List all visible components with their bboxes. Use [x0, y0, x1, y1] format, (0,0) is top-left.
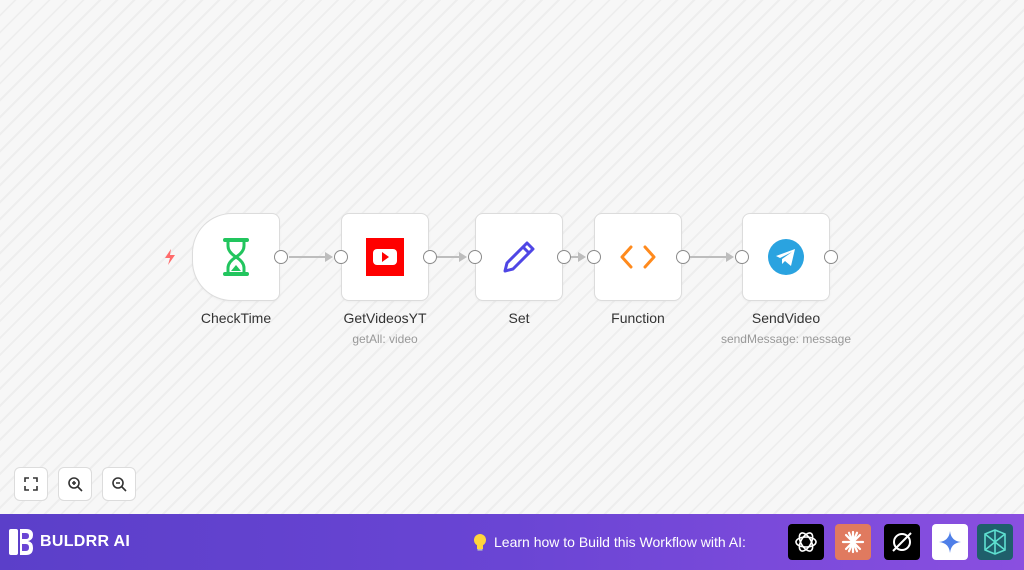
youtube-icon: [366, 238, 404, 276]
claude-icon: [841, 530, 865, 554]
connector-arrow: [459, 252, 467, 262]
output-handle-getvideosyt[interactable]: [423, 250, 437, 264]
fit-view-icon: [24, 477, 38, 491]
input-handle-sendvideo[interactable]: [735, 250, 749, 264]
node-label-function: Function: [611, 310, 665, 326]
node-sub-sendvideo: sendMessage: message: [720, 332, 852, 346]
deepseek-icon: [984, 529, 1006, 555]
deepseek-button[interactable]: [977, 524, 1013, 560]
zoom-out-button[interactable]: [102, 467, 136, 501]
connector-arrow: [726, 252, 734, 262]
perplexity-button[interactable]: [884, 524, 920, 560]
workflow-canvas[interactable]: CheckTime GetVideosYT getAll: video Set …: [0, 0, 1024, 514]
input-handle-set[interactable]: [468, 250, 482, 264]
brand-name: BULDRR AI: [40, 533, 131, 550]
node-checktime[interactable]: [192, 213, 280, 301]
input-handle-function[interactable]: [587, 250, 601, 264]
lightbulb-icon: [474, 534, 486, 551]
code-icon: [620, 245, 656, 269]
connector-2-3: [437, 256, 459, 258]
connector-3-4: [571, 256, 578, 258]
chatgpt-icon: [795, 532, 817, 552]
learn-text: Learn how to Build this Workflow with AI…: [494, 534, 746, 550]
input-handle-getvideosyt[interactable]: [334, 250, 348, 264]
connector-4-5: [690, 256, 726, 258]
node-getvideosyt[interactable]: [341, 213, 429, 301]
node-label-sendvideo: SendVideo: [751, 310, 821, 326]
node-sub-getvideosyt: getAll: video: [352, 332, 418, 346]
connector-arrow: [325, 252, 333, 262]
connector-1-2: [289, 256, 325, 258]
zoom-out-icon: [112, 477, 127, 492]
output-handle-checktime[interactable]: [274, 250, 288, 264]
output-handle-sendvideo[interactable]: [824, 250, 838, 264]
brand[interactable]: BULDRR AI: [8, 528, 130, 556]
gemini-button[interactable]: [932, 524, 968, 560]
chatgpt-button[interactable]: [788, 524, 824, 560]
buldrr-logo-icon: [9, 529, 33, 555]
bottom-bar: BULDRR AI Learn how to Build this Workfl…: [0, 514, 1024, 570]
output-handle-function[interactable]: [676, 250, 690, 264]
node-function[interactable]: [594, 213, 682, 301]
gemini-icon: [939, 531, 961, 553]
hourglass-icon: [223, 238, 249, 276]
node-sendvideo[interactable]: [742, 213, 830, 301]
perplexity-icon: [892, 532, 912, 552]
node-set[interactable]: [475, 213, 563, 301]
learn-prompt: Learn how to Build this Workflow with AI…: [472, 533, 746, 551]
node-label-checktime: CheckTime: [200, 310, 272, 326]
zoom-in-icon: [68, 477, 83, 492]
claude-button[interactable]: [835, 524, 871, 560]
fit-view-button[interactable]: [14, 467, 48, 501]
connector-arrow: [578, 252, 586, 262]
telegram-icon: [768, 239, 804, 275]
zoom-in-button[interactable]: [58, 467, 92, 501]
trigger-bolt-icon: [165, 249, 175, 265]
pencil-icon: [503, 241, 535, 273]
output-handle-set[interactable]: [557, 250, 571, 264]
